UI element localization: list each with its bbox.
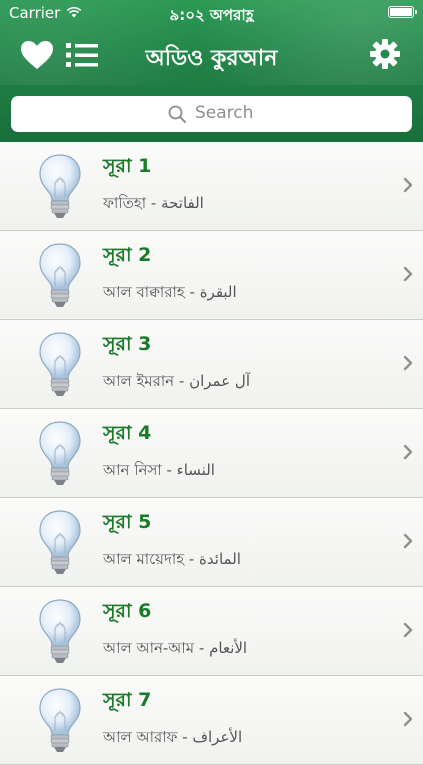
chevron-right-icon: [403, 711, 413, 727]
search-bar: Search: [0, 85, 423, 142]
chevron-right-icon: [403, 177, 413, 193]
battery-icon: [388, 6, 417, 18]
surah-subtitle: ফাতিহা - الفاتحة: [103, 194, 204, 212]
surah-title: সূরা 1: [103, 155, 152, 177]
light-bulb-icon: [39, 421, 81, 485]
search-input[interactable]: Search: [11, 96, 412, 132]
chevron-right-icon: [403, 444, 413, 460]
chevron-right-icon: [403, 355, 413, 371]
surah-title: সূরা 7: [103, 689, 152, 711]
surah-title: সূরা 4: [103, 422, 152, 444]
surah-title: সূরা 6: [103, 600, 152, 622]
surah-subtitle: আল আরাফ - الأعراف: [103, 728, 243, 746]
light-bulb-icon: [39, 510, 81, 574]
surah-subtitle: আল আন-আম - الأنعام: [103, 639, 248, 657]
search-icon: [168, 105, 186, 123]
list-item[interactable]: সূরা 6 আল আন-আম - الأنعام: [0, 587, 423, 676]
page-title: অডিও কুরআন: [145, 46, 278, 71]
chevron-right-icon: [403, 622, 413, 638]
list-item[interactable]: সূরা 1 ফাতিহা - الفاتحة: [0, 142, 423, 231]
chevron-right-icon: [403, 533, 413, 549]
light-bulb-icon: [39, 599, 81, 663]
status-bar: Carrier ৯:০২ অপরাহ্ণ: [0, 0, 423, 26]
surah-title: সূরা 3: [103, 333, 152, 355]
list-item[interactable]: সূরা 2 আল বাক্বারাহ - البقرة: [0, 231, 423, 320]
list-item[interactable]: সূরা 7 আল আরাফ - الأعراف: [0, 676, 423, 765]
surah-subtitle: আল মায়েদাহ - المائدة: [103, 550, 241, 568]
gear-icon[interactable]: [369, 38, 401, 70]
surah-subtitle: আন নিসা - النساء: [103, 461, 215, 479]
surah-title: সূরা 5: [103, 511, 152, 533]
list-item[interactable]: সূরা 3 আল ইমরান - آل عمران: [0, 320, 423, 409]
list-item[interactable]: সূরা 4 আন নিসা - النساء: [0, 409, 423, 498]
light-bulb-icon: [39, 154, 81, 218]
surah-list: সূরা 1 ফাতিহা - الفاتحة সূরা 2 আল বাক্বা…: [0, 142, 423, 765]
search-placeholder: Search: [195, 103, 254, 123]
light-bulb-icon: [39, 332, 81, 396]
surah-subtitle: আল বাক্বারাহ - البقرة: [103, 283, 237, 301]
navigation-header: Carrier ৯:০২ অপরাহ্ণ অডিও কুরআন: [0, 0, 423, 85]
status-time: ৯:০২ অপরাহ্ণ: [169, 6, 254, 24]
list-item[interactable]: সূরা 5 আল মায়েদাহ - المائدة: [0, 498, 423, 587]
list-icon[interactable]: [66, 42, 98, 68]
surah-subtitle: আল ইমরান - آل عمران: [103, 372, 250, 390]
light-bulb-icon: [39, 243, 81, 307]
light-bulb-icon: [39, 688, 81, 752]
surah-title: সূরা 2: [103, 244, 152, 266]
chevron-right-icon: [403, 266, 413, 282]
heart-icon[interactable]: [20, 40, 54, 70]
